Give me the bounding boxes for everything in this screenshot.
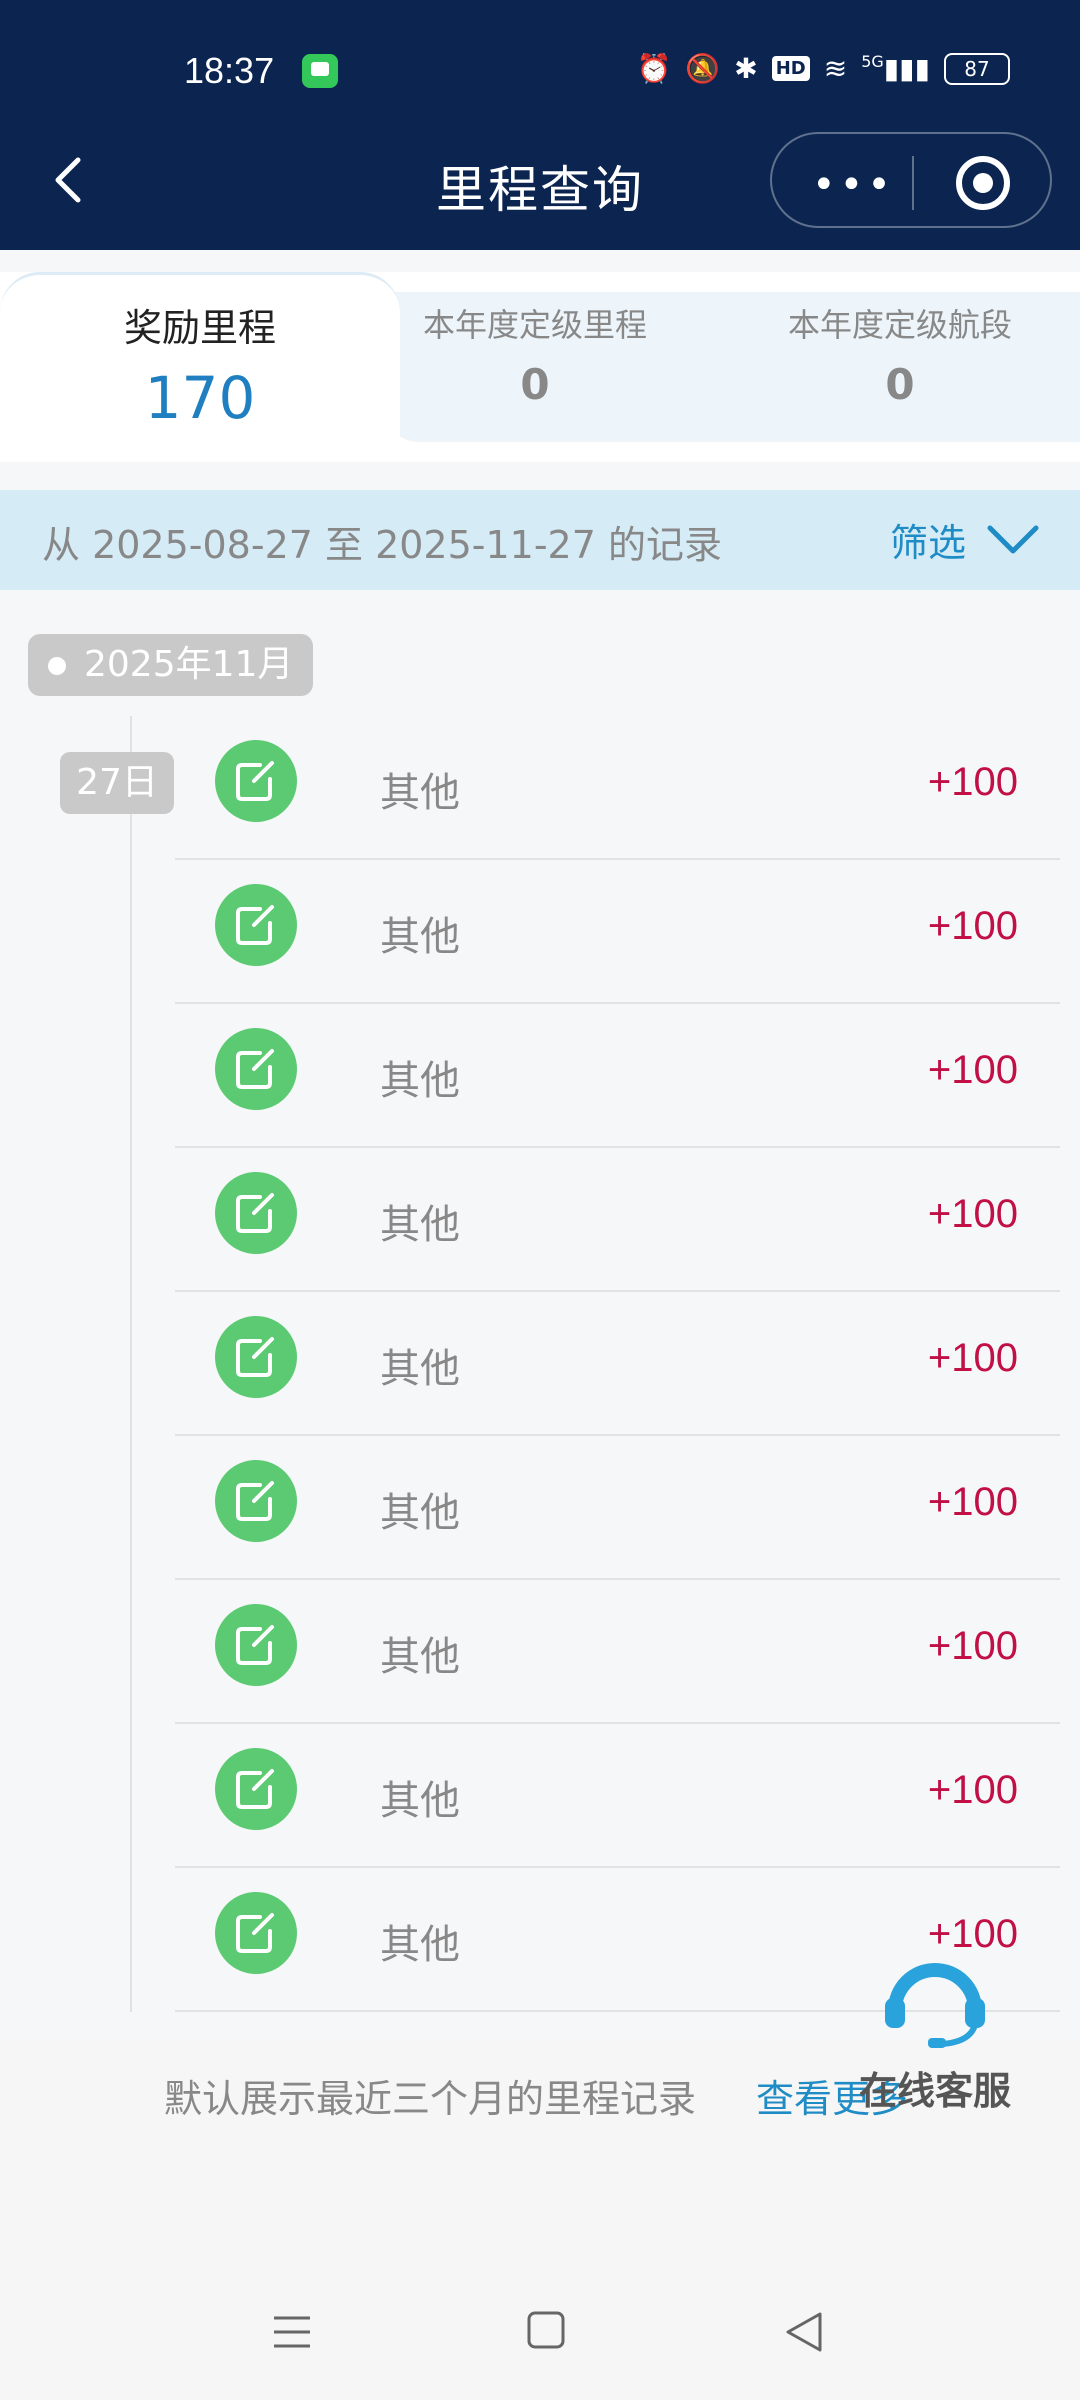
record-amount: +100 [927, 1048, 1018, 1092]
edit-note-icon [215, 1748, 297, 1830]
record-amount: +100 [927, 1480, 1018, 1524]
edit-note-icon [215, 1316, 297, 1398]
record-name: 其他 [380, 914, 460, 960]
battery-level: 87 [964, 56, 990, 81]
record-row[interactable]: 其他 +100 [175, 1148, 1060, 1292]
record-amount: +100 [927, 1192, 1018, 1236]
record-name: 其他 [380, 1922, 460, 1968]
filter-button[interactable]: 筛选 [890, 512, 1040, 567]
battery-icon: 87 [944, 52, 1010, 85]
tab-label: 奖励里程 [123, 306, 276, 350]
record-amount: +100 [927, 1768, 1018, 1812]
record-amount: +100 [927, 1624, 1018, 1668]
back-triangle-icon[interactable] [784, 2310, 824, 2354]
capsule-divider [912, 156, 914, 210]
customer-service-button[interactable]: 在线客服 [850, 1950, 1020, 2113]
tab-reward-mileage[interactable]: 奖励里程 170 [0, 272, 400, 462]
status-time: 18:37 [184, 50, 275, 91]
timeline-line [130, 716, 132, 2012]
record-name: 其他 [380, 1490, 460, 1536]
edit-note-icon [215, 1172, 297, 1254]
tab-annual-tier-segments[interactable]: 本年度定级航段 0 [750, 300, 1050, 409]
menu-icon[interactable] [270, 2310, 314, 2354]
customer-service-label: 在线客服 [858, 2069, 1011, 2113]
mini-program-capsule: ••• [770, 132, 1052, 228]
edit-note-icon [215, 1460, 297, 1542]
mileage-tabs: 奖励里程 170 本年度定级里程 0 本年度定级航段 0 [0, 272, 1080, 462]
filter-label: 筛选 [889, 521, 966, 565]
record-row[interactable]: 其他 +100 [175, 1436, 1060, 1580]
edit-note-icon [215, 740, 297, 822]
record-row[interactable]: 其他 +100 [175, 1724, 1060, 1868]
edit-note-icon [215, 1892, 297, 1974]
tab-annual-tier-mileage[interactable]: 本年度定级里程 0 [385, 300, 685, 409]
message-notification-icon [302, 54, 338, 88]
network-type: 5G [861, 52, 884, 71]
tab-value: 170 [144, 364, 256, 432]
status-icons: ⏰ 🔕 ✱ HD ≋ 5G▮▮▮ 87 [636, 52, 1010, 85]
record-row[interactable]: 其他 +100 [175, 1580, 1060, 1724]
mileage-record-list: 其他 +100 其他 +100 其他 +100 其他 +100 其他 +100 其他 +100 其他 +1… [175, 716, 1060, 2012]
headset-icon [885, 1963, 985, 2048]
record-name: 其他 [380, 770, 460, 816]
hd-icon: HD [771, 56, 810, 81]
record-row[interactable]: 其他 +100 [175, 716, 1060, 860]
record-name: 其他 [380, 1634, 460, 1680]
app-header: 18:37 ⏰ 🔕 ✱ HD ≋ 5G▮▮▮ 87 里程查询 ••• [0, 0, 1080, 250]
signal-icon: 5G▮▮▮ [861, 52, 930, 85]
tab-value: 0 [885, 360, 915, 409]
month-badge: 2025年11月 [28, 634, 314, 696]
close-target-icon[interactable] [956, 156, 1010, 210]
edit-note-icon [215, 1028, 297, 1110]
record-name: 其他 [380, 1778, 460, 1824]
edit-note-icon [215, 884, 297, 966]
nav-bar: 里程查询 ••• [0, 130, 1080, 230]
tab-label: 本年度定级里程 [422, 306, 647, 344]
alarm-icon: ⏰ [636, 52, 672, 85]
system-nav-bar [0, 2280, 1080, 2390]
home-icon[interactable] [526, 2310, 566, 2350]
status-bar: 18:37 ⏰ 🔕 ✱ HD ≋ 5G▮▮▮ 87 [0, 40, 1080, 100]
record-name: 其他 [380, 1058, 460, 1104]
day-badge: 27日 [60, 752, 174, 814]
chevron-down-icon [987, 525, 1039, 553]
tab-value: 0 [520, 360, 550, 409]
date-range-text: 从 2025-08-27 至 2025-11-27 的记录 [42, 523, 722, 567]
record-name: 其他 [380, 1202, 460, 1248]
edit-note-icon [215, 1604, 297, 1686]
tab-label: 本年度定级航段 [787, 306, 1012, 344]
wifi-icon: ≋ [823, 52, 848, 85]
filter-bar: 从 2025-08-27 至 2025-11-27 的记录 筛选 [0, 490, 1080, 590]
record-amount: +100 [927, 904, 1018, 948]
record-name: 其他 [380, 1346, 460, 1392]
record-row[interactable]: 其他 +100 [175, 1004, 1060, 1148]
record-row[interactable]: 其他 +100 [175, 1292, 1060, 1436]
record-row[interactable]: 其他 +100 [175, 860, 1060, 1004]
more-options-icon[interactable]: ••• [812, 162, 895, 208]
record-amount: +100 [927, 1336, 1018, 1380]
record-amount: +100 [927, 760, 1018, 804]
bluetooth-icon: ✱ [734, 52, 758, 85]
mute-bell-icon: 🔕 [685, 52, 721, 85]
footer-note: 默认展示最近三个月的里程记录 [164, 2077, 697, 2121]
